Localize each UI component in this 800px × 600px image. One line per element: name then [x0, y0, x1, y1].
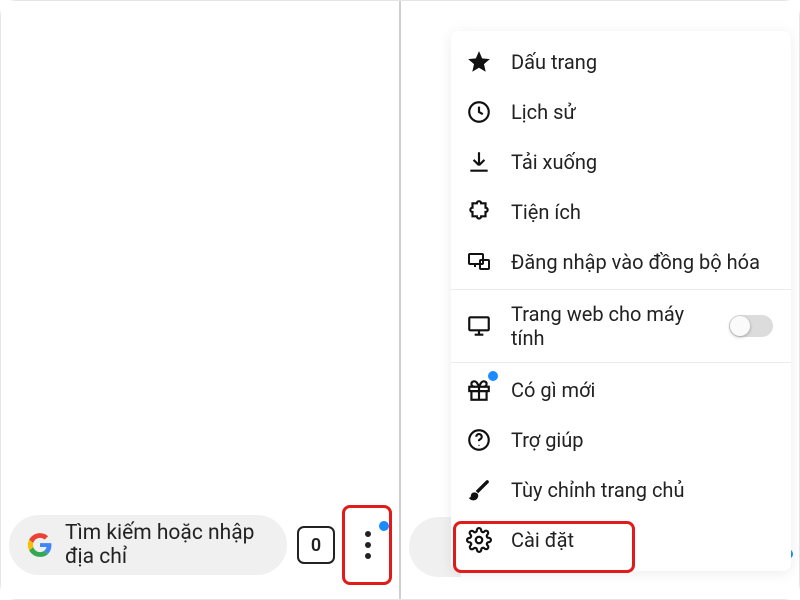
- download-icon: [465, 148, 493, 176]
- menu-item-label: Tùy chỉnh trang chủ: [511, 478, 773, 502]
- brush-icon: [465, 476, 493, 504]
- menu-item-label: Trang web cho máy tính: [511, 302, 711, 350]
- omnibox-placeholder: Tìm kiếm hoặc nhập địa chỉ: [65, 521, 269, 569]
- desktop-site-toggle[interactable]: [729, 315, 773, 337]
- clock-icon: [465, 98, 493, 126]
- menu-item-label: Tải xuống: [511, 150, 773, 174]
- menu-item-label: Có gì mới: [511, 378, 773, 402]
- help-icon: [465, 426, 493, 454]
- menu-item-label: Lịch sử: [511, 100, 773, 124]
- omnibox[interactable]: Tìm kiếm hoặc nhập địa chỉ: [9, 515, 287, 575]
- google-logo-icon: [27, 532, 53, 558]
- notification-dot-icon: [488, 371, 498, 381]
- screenshot-right-panel: Dấu trang Lịch sử Tải xuống Tiện ích Đăn: [401, 1, 799, 599]
- menu-item-extensions[interactable]: Tiện ích: [451, 187, 791, 237]
- menu-item-downloads[interactable]: Tải xuống: [451, 137, 791, 187]
- menu-item-bookmarks[interactable]: Dấu trang: [451, 37, 791, 87]
- menu-item-whats-new[interactable]: Có gì mới: [451, 365, 791, 415]
- puzzle-icon: [465, 198, 493, 226]
- tab-switcher-button[interactable]: 0: [297, 526, 335, 564]
- gift-icon: [465, 376, 493, 404]
- menu-item-label: Trợ giúp: [511, 428, 773, 452]
- menu-separator: [451, 362, 791, 363]
- menu-separator: [451, 289, 791, 290]
- menu-item-help[interactable]: Trợ giúp: [451, 415, 791, 465]
- menu-item-label: Đăng nhập vào đồng bộ hóa: [511, 250, 773, 274]
- bottom-toolbar: Tìm kiếm hoặc nhập địa chỉ 0: [9, 513, 391, 577]
- highlight-more-button: [342, 505, 392, 585]
- menu-item-history[interactable]: Lịch sử: [451, 87, 791, 137]
- monitor-icon: [465, 312, 493, 340]
- star-icon: [465, 48, 493, 76]
- menu-item-label: Tiện ích: [511, 200, 773, 224]
- tab-count: 0: [311, 535, 321, 556]
- highlight-settings-item: [453, 521, 635, 573]
- menu-item-customize-home[interactable]: Tùy chỉnh trang chủ: [451, 465, 791, 515]
- menu-item-desktop-site[interactable]: Trang web cho máy tính: [451, 292, 791, 360]
- overflow-menu: Dấu trang Lịch sử Tải xuống Tiện ích Đăn: [451, 31, 791, 571]
- menu-item-label: Dấu trang: [511, 50, 773, 74]
- screenshot-left-panel: Tìm kiếm hoặc nhập địa chỉ 0: [1, 1, 399, 599]
- menu-item-sync-login[interactable]: Đăng nhập vào đồng bộ hóa: [451, 237, 791, 287]
- sync-devices-icon: [465, 248, 493, 276]
